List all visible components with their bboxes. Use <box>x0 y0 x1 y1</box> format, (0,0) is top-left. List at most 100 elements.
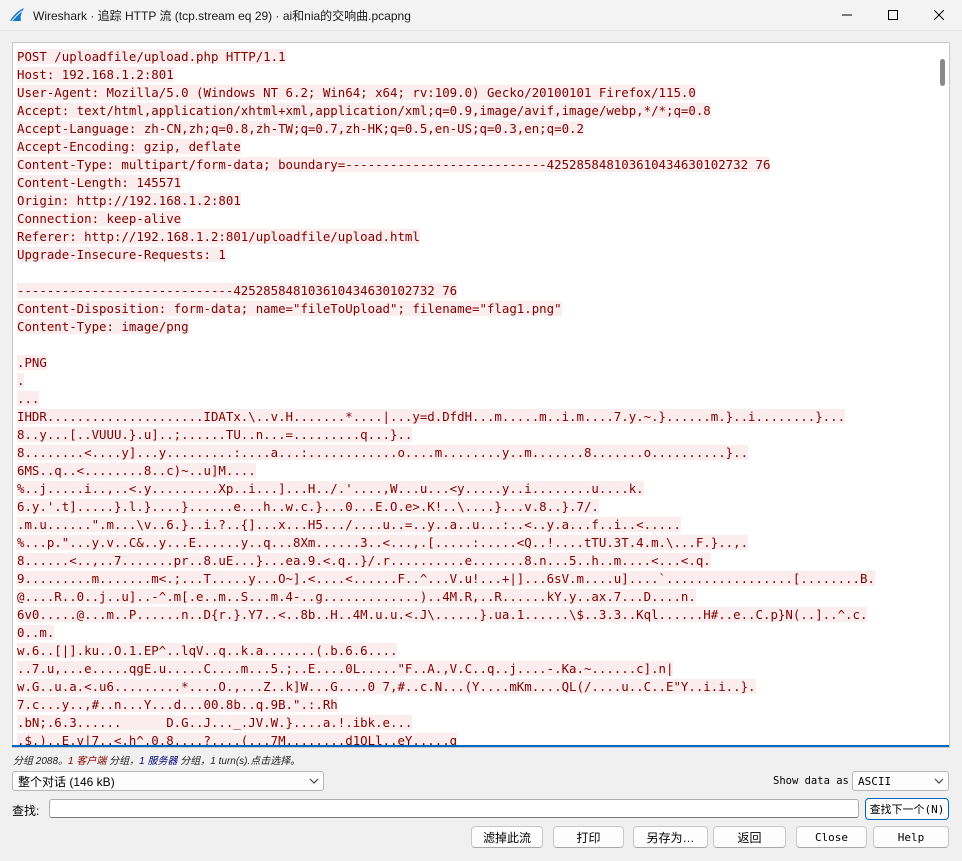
stream-line-text: 6MS..q..<........8..c)~..u]M.... <box>17 463 256 478</box>
stream-line: 6.y.'.t].....}.l.}....}......e...h..w.c.… <box>17 498 933 516</box>
stream-line: Host: 192.168.1.2:801 <box>17 66 933 84</box>
conversation-select[interactable]: 整个对话 (146 kB) <box>12 771 324 791</box>
close-icon <box>934 10 944 20</box>
stream-line: Content-Type: multipart/form-data; bound… <box>17 156 933 174</box>
stream-line: POST /uploadfile/upload.php HTTP/1.1 <box>17 48 933 66</box>
find-label: 查找: <box>12 804 40 818</box>
stream-line: .bN;.6.3...... D.G..J..._.JV.W.}....a.!.… <box>17 714 933 732</box>
stream-line-text: 0..m. <box>17 625 55 640</box>
show-data-as-select[interactable]: ASCII <box>852 771 949 791</box>
scrollbar-thumb[interactable] <box>940 59 945 86</box>
stream-line-text: . <box>17 373 25 388</box>
close-button[interactable]: Close <box>796 826 867 848</box>
stream-line: ..7.u,...e.....qgE.u.....C....m...5.;..E… <box>17 660 933 678</box>
stream-content-pane[interactable]: POST /uploadfile/upload.php HTTP/1.1 Host… <box>12 42 950 748</box>
minimize-icon <box>842 14 852 16</box>
status-suffix: 分组，1 turn(s).点击选择。 <box>177 756 301 767</box>
stream-line-text: 7.c...y..,#..n...Y...d...00.8b..q.9B.".:… <box>17 697 338 712</box>
status-mid: 分组， <box>106 756 140 767</box>
stream-line-text: Origin: http://192.168.1.2:801 <box>17 193 241 208</box>
help-button[interactable]: Help <box>873 826 949 848</box>
conversation-select-value: 整个对话 (146 kB) <box>18 774 115 789</box>
stream-line: User-Agent: Mozilla/5.0 (Windows NT 6.2;… <box>17 84 933 102</box>
stream-line: Accept-Language: zh-CN,zh;q=0.8,zh-TW;q=… <box>17 120 933 138</box>
stream-line-text: Upgrade-Insecure-Requests: 1 <box>17 247 226 262</box>
stream-line-text: Accept: text/html,application/xhtml+xml,… <box>17 103 711 118</box>
stream-line: Content-Type: image/png <box>17 318 933 336</box>
stream-line: w.G..u.a.<.u6.........*....O.,...Z..k]W.… <box>17 678 933 696</box>
vertical-scrollbar[interactable] <box>935 43 949 747</box>
wireshark-fin-icon <box>10 8 24 22</box>
chevron-down-icon <box>305 778 323 784</box>
stream-line-text: Content-Type: image/png <box>17 319 189 334</box>
stream-line-text: .PNG <box>17 355 47 370</box>
stream-line: %...p."...y.v..C&..y...E......y..q...8Xm… <box>17 534 933 552</box>
stream-line <box>17 264 933 282</box>
stream-line: 8......<..,..7.......pr..8.uE...}...ea.9… <box>17 552 933 570</box>
stream-line: Accept: text/html,application/xhtml+xml,… <box>17 102 933 120</box>
stream-line: .m.u......".m...\v..6.}..i.?..{]...x...H… <box>17 516 933 534</box>
chevron-down-icon <box>930 778 948 784</box>
show-data-as-value: ASCII <box>858 774 892 788</box>
stream-line-text: Referer: http://192.168.1.2:801/uploadfi… <box>17 229 420 244</box>
stream-line-text: Accept-Language: zh-CN,zh;q=0.8,zh-TW;q=… <box>17 121 584 136</box>
save-as-button[interactable]: 另存为… <box>633 826 708 848</box>
stream-text[interactable]: POST /uploadfile/upload.php HTTP/1.1 Host… <box>17 48 933 747</box>
stream-line-text: 9.........m.......m<.;...T.....y...O~].<… <box>17 571 875 586</box>
stream-line-text: User-Agent: Mozilla/5.0 (Windows NT 6.2;… <box>17 85 696 100</box>
maximize-icon <box>888 10 898 20</box>
stream-line-text: -----------------------------42528584810… <box>17 283 458 298</box>
stream-line-text: .bN;.6.3...... D.G..J..._.JV.W.}....a.!.… <box>17 715 413 730</box>
status-prefix: 分组 2088。 <box>13 756 69 767</box>
show-data-as-label: Show data as <box>773 775 849 787</box>
stream-line-text: @....R..0..j..u]..-^.m[.e..m..S...m.4-..… <box>17 589 696 604</box>
back-button[interactable]: 返回 <box>713 826 786 848</box>
stream-line-text: %...p."...y.v..C&..y...E......y..q...8Xm… <box>17 535 749 550</box>
minimize-button[interactable] <box>824 0 870 31</box>
stream-line-text: 6.y.'.t].....}.l.}....}......e...h..w.c.… <box>17 499 599 514</box>
stream-line: 7.c...y..,#..n...Y...d...00.8b..q.9B.".:… <box>17 696 933 714</box>
stream-line-text: w.6..[|].ku..O.1.EP^..lqV..q..k.a.......… <box>17 643 398 658</box>
print-button[interactable]: 打印 <box>553 826 624 848</box>
stream-line: %..j.....i..,..<.y.........Xp..i...]...H… <box>17 480 933 498</box>
stream-line-text: Content-Type: multipart/form-data; bound… <box>17 157 771 172</box>
filter-out-stream-button[interactable]: 滤掉此流 <box>471 826 543 848</box>
stream-status-text: 分组 2088。1 客户端 分组，1 服务器 分组，1 turn(s).点击选择… <box>13 752 300 767</box>
close-window-button[interactable] <box>916 0 962 31</box>
stream-line-text: Connection: keep-alive <box>17 211 182 226</box>
stream-line-text: Content-Length: 145571 <box>17 175 182 190</box>
stream-line: 8........<....y]...y.........:....a...:.… <box>17 444 933 462</box>
stream-line-text: 8........<....y]...y.........:....a...:.… <box>17 445 749 460</box>
stream-line-text: ... <box>17 391 40 406</box>
stream-line-text: ..7.u,...e.....qgE.u.....C....m...5.;..E… <box>17 661 674 676</box>
stream-line-text: .m.u......".m...\v..6.}..i.?..{]...x...H… <box>17 517 681 532</box>
stream-line: 6v0.....@...m..P......n..D{r.}.Y7..<..8b… <box>17 606 933 624</box>
stream-line: Accept-Encoding: gzip, deflate <box>17 138 933 156</box>
stream-line: IHDR.....................IDATx.\..v.H...… <box>17 408 933 426</box>
stream-line: 9.........m.......m<.;...T.....y...O~].<… <box>17 570 933 588</box>
find-input[interactable] <box>49 799 859 818</box>
stream-line: 0..m. <box>17 624 933 642</box>
stream-line: w.6..[|].ku..O.1.EP^..lqV..q..k.a.......… <box>17 642 933 660</box>
stream-line-text: 8..y...[..VUUU.}.u]..;......TU..n...=...… <box>17 427 413 442</box>
stream-line: Content-Length: 145571 <box>17 174 933 192</box>
window-title: Wireshark · 追踪 HTTP 流 (tcp.stream eq 29)… <box>33 8 411 23</box>
stream-line: Referer: http://192.168.1.2:801/uploadfi… <box>17 228 933 246</box>
server-packets: 1 服务器 <box>139 756 178 767</box>
stream-line-text: 8......<..,..7.......pr..8.uE...}...ea.9… <box>17 553 711 568</box>
stream-line-text: Accept-Encoding: gzip, deflate <box>17 139 241 154</box>
maximize-button[interactable] <box>870 0 916 31</box>
stream-line: Origin: http://192.168.1.2:801 <box>17 192 933 210</box>
stream-line-text: IHDR.....................IDATx.\..v.H...… <box>17 409 846 424</box>
stream-line: Connection: keep-alive <box>17 210 933 228</box>
client-packets: 1 客户端 <box>68 756 107 767</box>
stream-line-text: Host: 192.168.1.2:801 <box>17 67 174 82</box>
stream-line <box>17 336 933 354</box>
find-next-button[interactable]: 查找下一个(N) <box>865 798 949 820</box>
stream-line: . <box>17 372 933 390</box>
stream-line: Content-Disposition: form-data; name="fi… <box>17 300 933 318</box>
focus-underline <box>12 745 949 747</box>
title-bar: Wireshark · 追踪 HTTP 流 (tcp.stream eq 29)… <box>0 0 962 31</box>
stream-line-text: POST /uploadfile/upload.php HTTP/1.1 <box>17 49 286 64</box>
stream-line-text: 6v0.....@...m..P......n..D{r.}.Y7..<..8b… <box>17 607 868 622</box>
